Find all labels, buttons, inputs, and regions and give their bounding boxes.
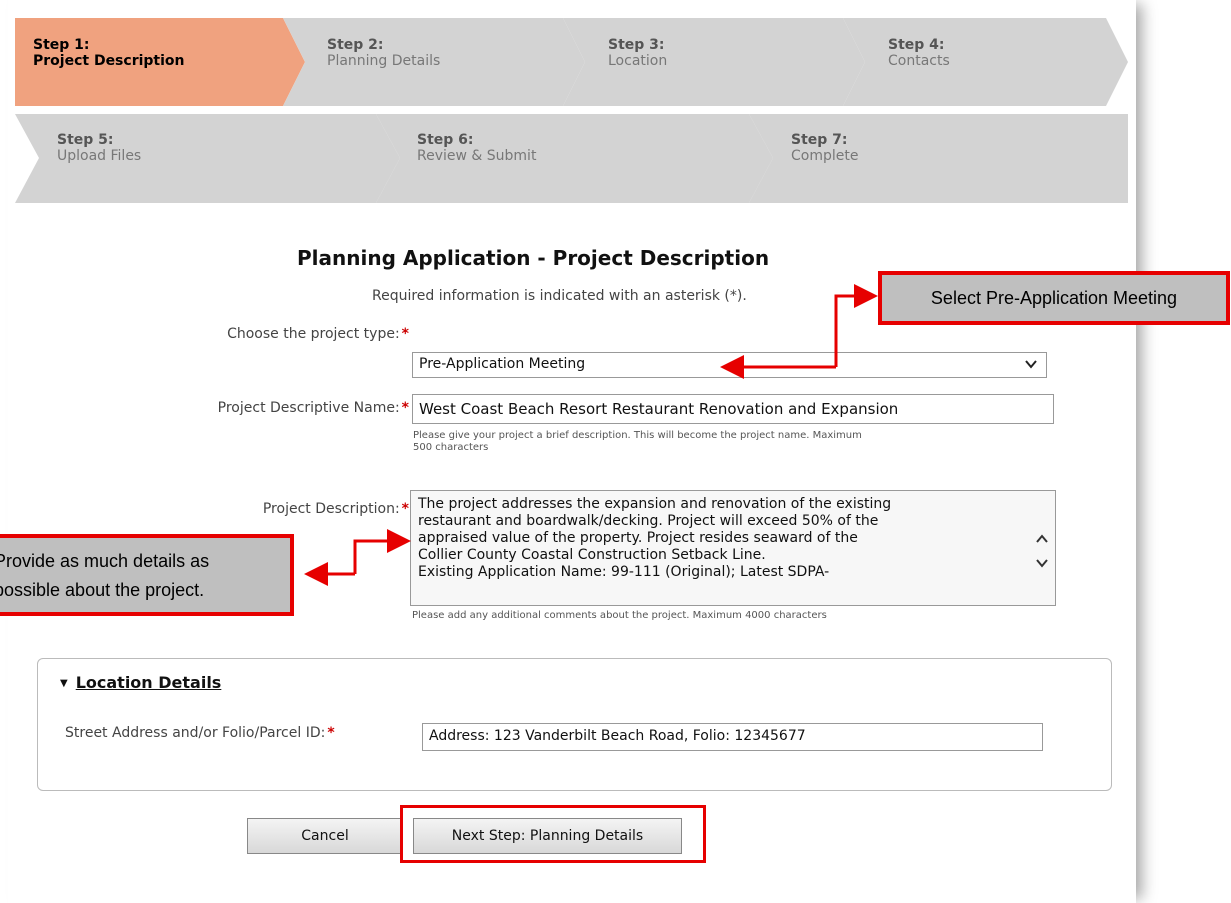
step-4-shape	[843, 18, 1128, 106]
scroll-up-icon[interactable]	[1035, 531, 1049, 548]
details-callout-line1: Provide as much details as	[0, 551, 210, 571]
chevron-down-icon	[1024, 357, 1038, 375]
step-1-name: Project Description	[33, 53, 185, 69]
project-name-hint-line1: Please give your project a brief descrip…	[413, 430, 862, 441]
select-callout: Select Pre-Application Meeting	[878, 271, 1230, 325]
step-3-number: Step 3:	[608, 37, 665, 53]
step-5-number: Step 5:	[57, 132, 114, 148]
project-description-hint: Please add any additional comments about…	[412, 610, 827, 621]
wizard-step-1[interactable]: Step 1: Project Description	[15, 18, 305, 106]
project-type-label-text: Choose the project type:	[227, 326, 400, 342]
location-details-section: ▼ Location Details Street Address and/or …	[37, 658, 1112, 791]
step-4-name: Contacts	[888, 53, 950, 69]
project-name-input[interactable]: West Coast Beach Resort Restaurant Renov…	[412, 394, 1054, 424]
step-3-name: Location	[608, 53, 668, 69]
page-title: Planning Application - Project Descripti…	[297, 246, 770, 270]
step-7-number: Step 7:	[791, 132, 848, 148]
required-asterisk: *	[327, 725, 335, 741]
address-label: Street Address and/or Folio/Parcel ID: *	[65, 725, 335, 741]
cancel-button[interactable]: Cancel	[247, 818, 403, 854]
scroll-down-icon[interactable]	[1035, 555, 1049, 572]
wizard-step-5[interactable]: Step 5: Upload Files	[15, 114, 400, 203]
address-label-text: Street Address and/or Folio/Parcel ID:	[65, 725, 326, 741]
description-line-5: Existing Application Name: 99-111 (Origi…	[418, 564, 830, 580]
step-5-name: Upload Files	[57, 148, 142, 164]
project-name-label: Project Descriptive Name: *	[218, 400, 409, 416]
step-1-number: Step 1:	[33, 37, 90, 53]
description-line-4: Collier County Coastal Construction Setb…	[418, 547, 766, 563]
step-7-name: Complete	[791, 148, 859, 164]
project-type-value: Pre-Application Meeting	[419, 356, 586, 372]
location-details-title: Location Details	[75, 673, 222, 692]
wizard-step-2[interactable]: Step 2: Planning Details	[283, 18, 585, 106]
required-asterisk: *	[401, 501, 409, 517]
description-line-3: appraised value of the property. Project…	[418, 530, 858, 546]
details-callout-line2: possible about the project.	[0, 580, 205, 600]
step-6-name: Review & Submit	[417, 148, 537, 164]
wizard-step-7[interactable]: Step 7: Complete	[749, 114, 1128, 203]
description-line-2: restaurant and boardwalk/decking. Projec…	[418, 513, 879, 529]
step-2-name: Planning Details	[327, 53, 441, 69]
project-name-hint: Please give your project a brief descrip…	[413, 430, 862, 454]
select-callout-text: Select Pre-Application Meeting	[930, 288, 1178, 308]
next-button-highlight	[400, 805, 706, 863]
project-description-textarea[interactable]: The project addresses the expansion and …	[410, 490, 1056, 606]
step-2-number: Step 2:	[327, 37, 384, 53]
wizard-step-4[interactable]: Step 4: Contacts	[843, 18, 1128, 106]
step-6-number: Step 6:	[417, 132, 474, 148]
address-value: Address: 123 Vanderbilt Beach Road, Foli…	[429, 728, 806, 744]
details-callout: Provide as much details as possible abou…	[0, 534, 294, 616]
required-asterisk: *	[401, 326, 409, 342]
wizard-step-3[interactable]: Step 3: Location	[563, 18, 865, 106]
project-name-value: West Coast Beach Resort Restaurant Renov…	[419, 400, 899, 418]
location-details-toggle[interactable]: ▼ Location Details	[60, 673, 221, 692]
project-type-label: Choose the project type: *	[227, 326, 409, 342]
project-name-label-text: Project Descriptive Name:	[217, 400, 400, 416]
description-line-1: The project addresses the expansion and …	[418, 496, 892, 512]
address-input[interactable]: Address: 123 Vanderbilt Beach Road, Foli…	[422, 723, 1043, 751]
step-4-number: Step 4:	[888, 37, 945, 53]
project-description-label: Project Description: *	[263, 501, 409, 517]
caret-down-icon: ▼	[60, 678, 68, 689]
project-name-hint-line2: 500 characters	[413, 442, 489, 453]
project-type-select[interactable]: Pre-Application Meeting	[412, 352, 1047, 378]
required-asterisk: *	[401, 400, 409, 416]
wizard-step-6[interactable]: Step 6: Review & Submit	[376, 114, 773, 203]
project-description-label-text: Project Description:	[262, 501, 400, 517]
required-note: Required information is indicated with a…	[372, 288, 747, 304]
